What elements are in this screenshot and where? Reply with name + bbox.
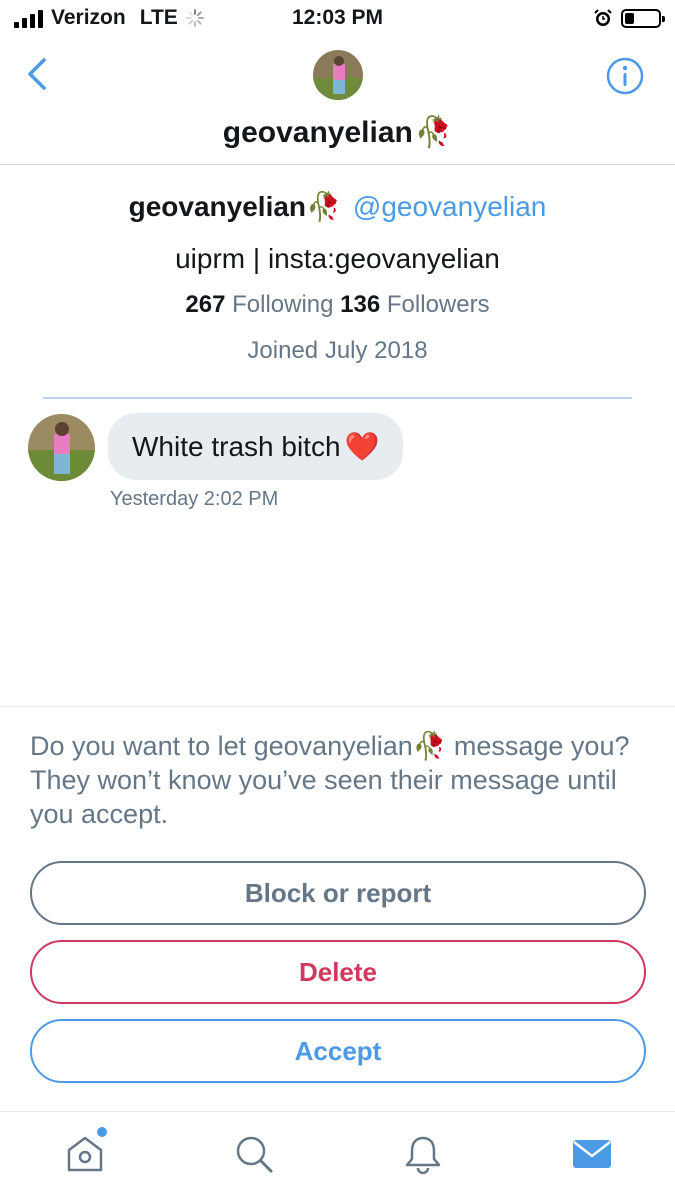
delete-button[interactable]: Delete <box>30 940 646 1004</box>
accept-button[interactable]: Accept <box>30 1019 646 1083</box>
block-or-report-button[interactable]: Block or report <box>30 861 646 925</box>
request-prompt: Do you want to let geovanyelian🥀 message… <box>30 729 650 831</box>
following-label: Following <box>232 291 334 318</box>
messages-envelope-icon[interactable] <box>570 1132 614 1176</box>
rose-emoji: 🥀 <box>412 731 447 761</box>
header-avatar[interactable] <box>313 50 363 100</box>
message-request-panel: Do you want to let geovanyelian🥀 message… <box>0 706 675 1111</box>
notifications-bell-icon[interactable] <box>401 1132 445 1176</box>
profile-handle-link[interactable]: @geovanyelian <box>353 191 546 223</box>
alarm-icon <box>594 9 612 26</box>
profile-summary: geovanyelian 🥀 @geovanyelian uiprm | ins… <box>0 190 675 365</box>
profile-name: geovanyelian <box>128 190 307 222</box>
heart-emoji: ❤️ <box>344 431 380 462</box>
rose-emoji: 🥀 <box>414 116 453 149</box>
followers-stat[interactable]: 136 Followers <box>340 291 489 318</box>
following-count: 267 <box>185 291 226 318</box>
followers-label: Followers <box>386 291 490 318</box>
profile-stats: 267 Following 136 Followers <box>0 291 675 319</box>
search-icon[interactable] <box>232 1132 276 1176</box>
rose-emoji: 🥀 <box>306 191 341 222</box>
tab-bar <box>0 1111 675 1200</box>
sender-avatar[interactable] <box>28 414 95 481</box>
home-icon[interactable] <box>63 1132 107 1176</box>
conversation-header: geovanyelian 🥀 <box>0 40 675 165</box>
following-stat[interactable]: 267 Following <box>185 291 333 318</box>
unread-dot <box>97 1127 107 1137</box>
message-timestamp: Yesterday 2:02 PM <box>110 488 279 510</box>
back-chevron-icon[interactable] <box>20 56 56 92</box>
status-bar: Verizon LTE 12:03 PM <box>0 0 675 40</box>
profile-name-row: geovanyelian 🥀 @geovanyelian <box>0 190 675 223</box>
status-right <box>593 8 665 28</box>
profile-joined-date: Joined July 2018 <box>247 337 428 364</box>
status-time: 12:03 PM <box>291 6 384 29</box>
header-username: geovanyelian <box>222 115 413 149</box>
info-icon[interactable] <box>605 56 645 96</box>
header-title: geovanyelian 🥀 <box>0 115 675 150</box>
battery-icon <box>621 8 665 28</box>
message-text: White trash bitch <box>132 430 341 462</box>
followers-count: 136 <box>340 291 381 318</box>
divider <box>43 397 632 399</box>
request-text-start: Do you want to let geovanyelian <box>30 731 413 761</box>
message-bubble[interactable]: White trash bitch ❤️ <box>108 413 404 480</box>
profile-bio: uiprm | insta:geovanyelian <box>175 243 500 274</box>
